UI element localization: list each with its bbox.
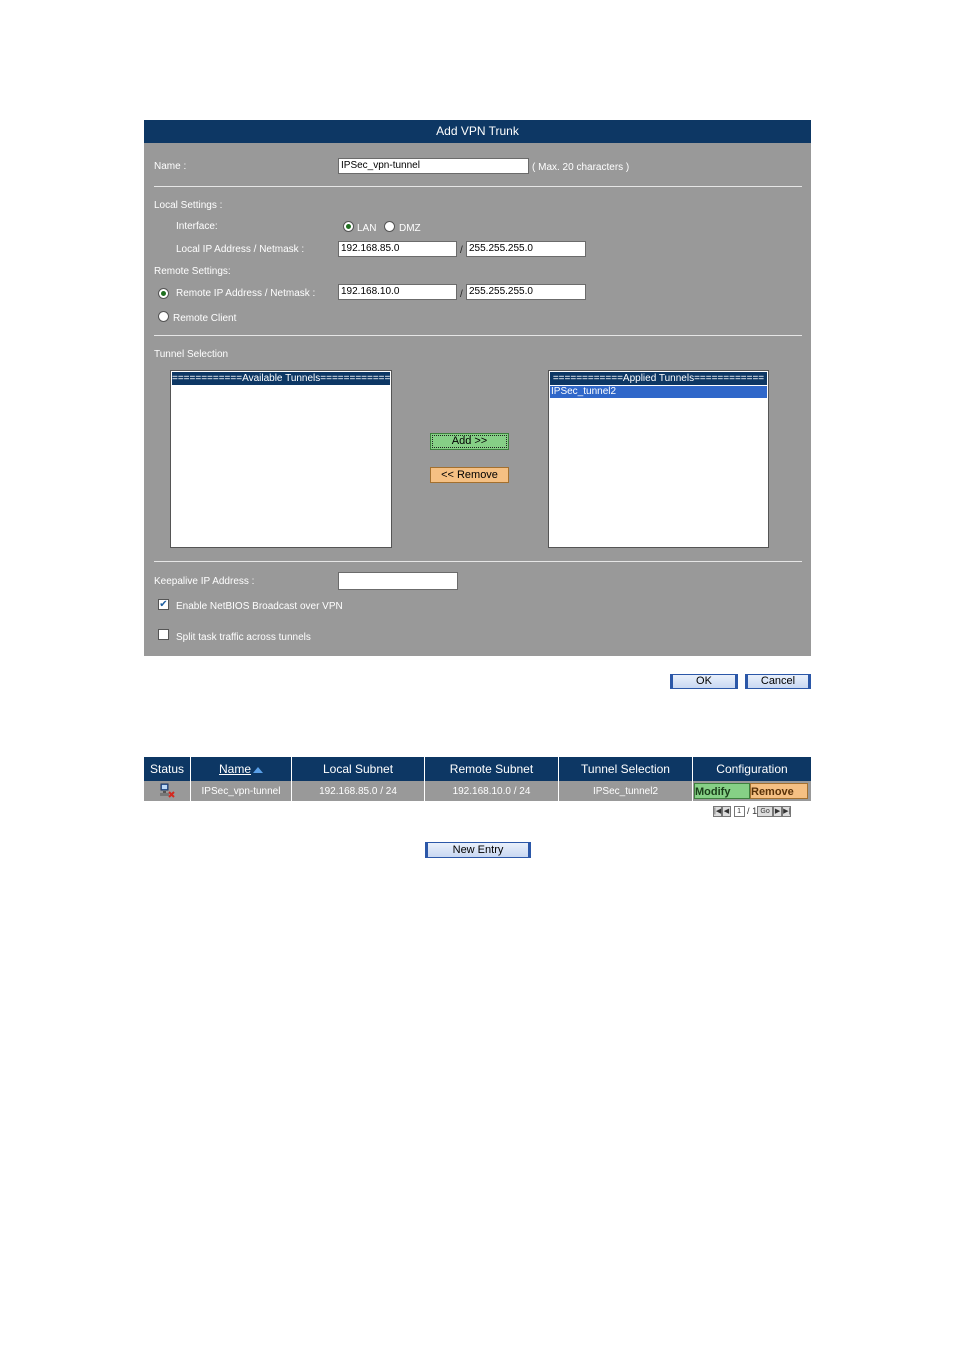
keepalive-input[interactable] <box>338 572 458 590</box>
last-page-icon[interactable]: ▶| <box>782 806 792 818</box>
name-label: Name : <box>154 161 187 172</box>
tunnel-selection-label: Tunnel Selection <box>154 349 229 360</box>
netbios-label: Enable NetBIOS Broadcast over VPN <box>176 601 343 612</box>
local-settings-label: Local Settings : <box>154 200 223 211</box>
remote-ip-input[interactable]: 192.168.10.0 <box>338 284 457 300</box>
row-name: IPSec_vpn-tunnel <box>190 781 292 801</box>
page-input[interactable]: 1 <box>733 806 745 818</box>
name-header[interactable]: Name <box>190 757 292 781</box>
local-netmask-input[interactable]: 255.255.255.0 <box>466 241 586 257</box>
status-header: Status <box>144 757 191 781</box>
ok-button[interactable]: OK <box>670 674 738 689</box>
remove-tunnel-button[interactable]: << Remove <box>430 467 509 483</box>
panel-title: Add VPN Trunk <box>144 120 811 143</box>
split-traffic-checkbox[interactable] <box>158 629 169 640</box>
remote-netmask-input[interactable]: 255.255.255.0 <box>466 284 586 300</box>
slash: / <box>460 289 463 300</box>
interface-dmz-label: DMZ <box>399 223 421 234</box>
remove-button[interactable]: Remove <box>750 783 808 799</box>
interface-lan-label: LAN <box>357 223 377 234</box>
new-entry-button[interactable]: New Entry <box>425 842 531 858</box>
row-local-subnet: 192.168.85.0 / 24 <box>291 781 425 801</box>
row-remote-subnet: 192.168.10.0 / 24 <box>424 781 559 801</box>
status-cell <box>144 781 191 801</box>
add-vpn-trunk-panel: Add VPN Trunk Name : IPSec_vpn-tunnel ( … <box>144 120 811 656</box>
separator <box>154 335 802 336</box>
local-ip-input[interactable]: 192.168.85.0 <box>338 241 457 257</box>
first-page-icon[interactable]: |◀ <box>713 806 722 818</box>
remote-ip-radio[interactable] <box>158 288 169 299</box>
separator <box>154 186 802 187</box>
sort-ascending-icon <box>253 766 263 773</box>
table-row: IPSec_vpn-tunnel 192.168.85.0 / 24 192.1… <box>144 781 811 801</box>
table-header-row: Status Name Local Subnet Remote Subnet T… <box>144 757 811 781</box>
remote-ip-label: Remote IP Address / Netmask : <box>176 288 316 299</box>
applied-tunnel-item[interactable]: IPSec_tunnel2 <box>550 386 767 398</box>
add-tunnel-button[interactable]: Add >> <box>430 433 509 450</box>
available-tunnels-list[interactable]: ============Available Tunnels===========… <box>170 370 392 548</box>
available-tunnels-header: ============Available Tunnels===========… <box>172 372 390 385</box>
next-page-icon[interactable]: ▶ <box>773 806 783 818</box>
name-input[interactable]: IPSec_vpn-tunnel <box>338 158 529 174</box>
applied-tunnels-header: ============Applied Tunnels============ <box>550 372 767 385</box>
interface-label: Interface: <box>176 221 218 232</box>
row-tunnel-selection: IPSec_tunnel2 <box>558 781 693 801</box>
vpn-trunk-table: Status Name Local Subnet Remote Subnet T… <box>144 757 811 801</box>
name-hint: ( Max. 20 characters ) <box>532 162 630 173</box>
local-subnet-header: Local Subnet <box>291 757 425 781</box>
configuration-header: Configuration <box>692 757 811 781</box>
remote-client-radio[interactable] <box>158 311 169 322</box>
remote-client-label: Remote Client <box>173 313 237 324</box>
slash: / <box>460 245 463 256</box>
network-disconnected-icon <box>160 783 175 798</box>
split-traffic-label: Split task traffic across tunnels <box>176 632 311 643</box>
separator <box>154 561 802 562</box>
netbios-checkbox[interactable]: ✔ <box>158 599 169 610</box>
prev-page-icon[interactable]: ◀ <box>722 806 731 818</box>
go-button[interactable]: Go <box>757 806 774 818</box>
page-separator: / <box>747 806 750 816</box>
name-sort-link[interactable]: Name <box>219 762 251 776</box>
modify-button[interactable]: Modify <box>694 783 750 799</box>
remote-settings-label: Remote Settings: <box>154 266 231 277</box>
tunnel-selection-header: Tunnel Selection <box>558 757 693 781</box>
local-ip-label: Local IP Address / Netmask : <box>176 244 305 255</box>
interface-lan-radio[interactable] <box>343 221 354 232</box>
pagination: |◀ ◀ 1 / 1 Go ▶ ▶| <box>713 806 792 820</box>
applied-tunnels-list[interactable]: ============Applied Tunnels============ … <box>548 370 769 548</box>
row-configuration: Modify Remove <box>692 781 811 801</box>
remote-subnet-header: Remote Subnet <box>424 757 559 781</box>
interface-dmz-radio[interactable] <box>384 221 395 232</box>
keepalive-label: Keepalive IP Address : <box>154 576 255 587</box>
cancel-button[interactable]: Cancel <box>745 674 811 689</box>
